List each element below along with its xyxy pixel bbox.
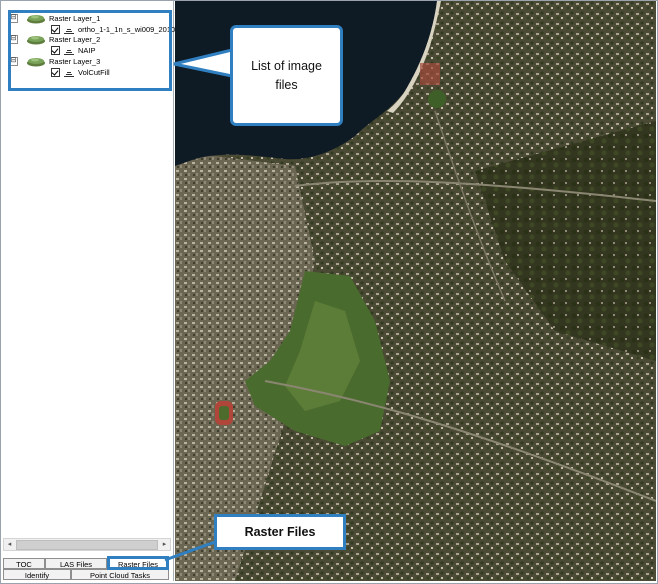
callout-pointer bbox=[173, 48, 233, 78]
callout-raster-files-text: Raster Files bbox=[244, 525, 316, 539]
scroll-left-icon[interactable]: ◂ bbox=[4, 539, 15, 550]
horizontal-scrollbar[interactable]: ◂ ▸ bbox=[3, 538, 171, 551]
tab-toc[interactable]: TOC bbox=[3, 558, 45, 569]
callout-image-list: List of image files bbox=[230, 25, 343, 126]
toc-panel: ⊟ Raster Layer_1 ortho_1-1_1n_s_wi009_20… bbox=[1, 1, 179, 581]
scrollbar-thumb[interactable] bbox=[16, 540, 158, 550]
callout-connector bbox=[164, 540, 216, 562]
tab-identify[interactable]: Identify bbox=[3, 569, 71, 580]
layer-tree: ⊟ Raster Layer_1 ortho_1-1_1n_s_wi009_20… bbox=[1, 1, 179, 536]
tab-las-files[interactable]: LAS Files bbox=[45, 558, 107, 569]
callout-image-list-text: List of image files bbox=[251, 58, 322, 92]
tab-point-cloud-tasks[interactable]: Point Cloud Tasks bbox=[71, 569, 169, 580]
tab-row-bottom: Identify Point Cloud Tasks bbox=[3, 569, 171, 580]
callout-raster-files: Raster Files bbox=[214, 514, 346, 550]
layer-list-highlight bbox=[8, 10, 172, 91]
